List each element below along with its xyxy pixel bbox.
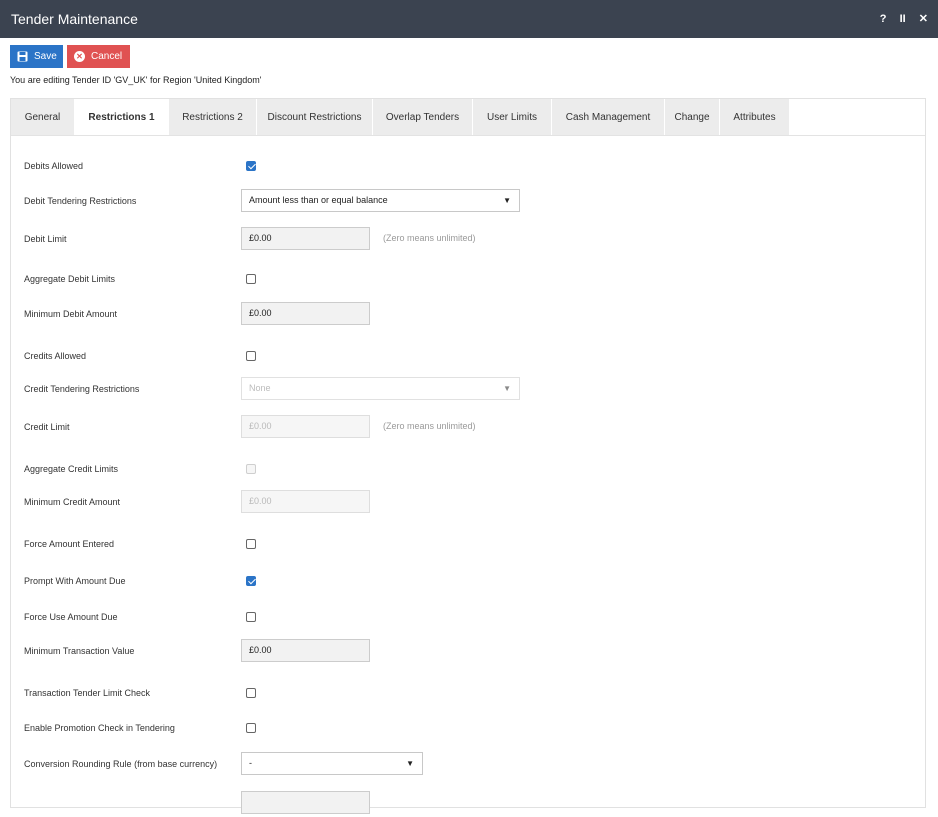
- credits-allowed-checkbox[interactable]: [246, 351, 256, 361]
- aggregate-credit-limits-checkbox[interactable]: [246, 464, 256, 474]
- chevron-down-icon: ▼: [503, 384, 511, 393]
- minimum-debit-amount-label: Minimum Debit Amount: [24, 309, 118, 319]
- debit-limit-label: Debit Limit: [24, 234, 67, 244]
- conversion-rounding-rule-row: Conversion Rounding Rule (from base curr…: [11, 752, 925, 778]
- tab-restrictions-2[interactable]: Restrictions 2: [169, 99, 257, 135]
- debit-limit-hint: (Zero means unlimited): [383, 233, 476, 243]
- force-use-amount-due-checkbox[interactable]: [246, 612, 256, 622]
- close-icon[interactable]: ✕: [919, 13, 928, 25]
- transaction-tender-limit-check-checkbox[interactable]: [246, 688, 256, 698]
- credit-limit-row: Credit Limit £0.00 (Zero means unlimited…: [11, 415, 925, 441]
- force-amount-entered-checkbox[interactable]: [246, 539, 256, 549]
- debits-allowed-checkbox[interactable]: [246, 161, 256, 171]
- floppy-disk-icon: [17, 51, 28, 62]
- force-amount-entered-label: Force Amount Entered: [24, 539, 115, 549]
- force-use-amount-due-label: Force Use Amount Due: [24, 612, 118, 622]
- cancel-circle-icon: ✕: [74, 51, 85, 62]
- debits-allowed-label: Debits Allowed: [24, 161, 84, 171]
- tab-user-limits[interactable]: User Limits: [473, 99, 552, 135]
- title-bar: Tender Maintenance ? II ✕: [0, 0, 938, 38]
- conversion-rounding-rule-label: Conversion Rounding Rule (from base curr…: [24, 759, 218, 769]
- credit-tendering-restrictions-value: None: [249, 383, 271, 393]
- debit-tendering-restrictions-row: Debit Tendering Restrictions Amount less…: [11, 189, 925, 215]
- debit-tendering-restrictions-value: Amount less than or equal balance: [249, 195, 388, 205]
- enable-promotion-check-row: Enable Promotion Check in Tendering: [11, 716, 925, 742]
- credit-limit-input[interactable]: £0.00: [241, 415, 370, 438]
- aggregate-debit-limits-checkbox[interactable]: [246, 274, 256, 284]
- tab-bar: General Restrictions 1 Restrictions 2 Di…: [11, 99, 925, 136]
- credit-tendering-restrictions-label: Credit Tendering Restrictions: [24, 384, 140, 394]
- prompt-with-amount-due-row: Prompt With Amount Due: [11, 569, 925, 595]
- minimum-debit-amount-row: Minimum Debit Amount £0.00: [11, 302, 925, 328]
- edit-info-text: You are editing Tender ID 'GV_UK' for Re…: [10, 75, 262, 85]
- enable-promotion-check-label: Enable Promotion Check in Tendering: [24, 723, 175, 733]
- partial-next-row: [11, 791, 925, 817]
- window-title: Tender Maintenance: [11, 11, 138, 27]
- enable-promotion-check-checkbox[interactable]: [246, 723, 256, 733]
- aggregate-credit-limits-label: Aggregate Credit Limits: [24, 464, 119, 474]
- conversion-rounding-rule-select[interactable]: - ▼: [241, 752, 423, 775]
- cancel-button[interactable]: ✕ Cancel: [67, 45, 130, 68]
- minimum-credit-amount-row: Minimum Credit Amount £0.00: [11, 490, 925, 516]
- tab-change[interactable]: Change: [665, 99, 720, 135]
- credit-tendering-restrictions-row: Credit Tendering Restrictions None ▼: [11, 377, 925, 403]
- prompt-with-amount-due-label: Prompt With Amount Due: [24, 576, 126, 586]
- save-button-label: Save: [34, 51, 57, 62]
- partial-next-input[interactable]: [241, 791, 370, 814]
- minimum-transaction-value-label: Minimum Transaction Value: [24, 646, 135, 656]
- tab-cash-management[interactable]: Cash Management: [552, 99, 665, 135]
- tab-discount-restrictions[interactable]: Discount Restrictions: [257, 99, 373, 135]
- tab-general[interactable]: General: [11, 99, 75, 135]
- chevron-down-icon: ▼: [503, 196, 511, 205]
- prompt-with-amount-due-checkbox[interactable]: [246, 576, 256, 586]
- aggregate-credit-limits-row: Aggregate Credit Limits: [11, 457, 925, 483]
- tab-attributes[interactable]: Attributes: [720, 99, 790, 135]
- pause-icon[interactable]: II: [900, 13, 906, 25]
- aggregate-debit-limits-row: Aggregate Debit Limits: [11, 267, 925, 293]
- minimum-credit-amount-label: Minimum Credit Amount: [24, 497, 121, 507]
- minimum-credit-amount-input[interactable]: £0.00: [241, 490, 370, 513]
- debit-tendering-restrictions-label: Debit Tendering Restrictions: [24, 196, 137, 206]
- credits-allowed-row: Credits Allowed: [11, 344, 925, 370]
- transaction-tender-limit-check-row: Transaction Tender Limit Check: [11, 681, 925, 707]
- transaction-tender-limit-check-label: Transaction Tender Limit Check: [24, 688, 151, 698]
- debit-tendering-restrictions-select[interactable]: Amount less than or equal balance ▼: [241, 189, 520, 212]
- tab-overlap-tenders[interactable]: Overlap Tenders: [373, 99, 473, 135]
- force-use-amount-due-row: Force Use Amount Due: [11, 605, 925, 631]
- aggregate-debit-limits-label: Aggregate Debit Limits: [24, 274, 116, 284]
- conversion-rounding-rule-value: -: [249, 758, 252, 768]
- chevron-down-icon: ▼: [406, 759, 414, 768]
- tab-restrictions-1[interactable]: Restrictions 1: [75, 99, 169, 135]
- cancel-button-label: Cancel: [91, 51, 123, 62]
- save-button[interactable]: Save: [10, 45, 63, 68]
- debit-limit-row: Debit Limit £0.00 (Zero means unlimited): [11, 227, 925, 253]
- minimum-transaction-value-row: Minimum Transaction Value £0.00: [11, 639, 925, 665]
- credit-limit-label: Credit Limit: [24, 422, 70, 432]
- credit-limit-hint: (Zero means unlimited): [383, 421, 476, 431]
- force-amount-entered-row: Force Amount Entered: [11, 532, 925, 558]
- credits-allowed-label: Credits Allowed: [24, 351, 87, 361]
- debit-limit-input[interactable]: £0.00: [241, 227, 370, 250]
- help-icon[interactable]: ?: [880, 13, 887, 25]
- window-controls: ? II ✕: [870, 12, 928, 25]
- minimum-transaction-value-input[interactable]: £0.00: [241, 639, 370, 662]
- tender-form-panel: General Restrictions 1 Restrictions 2 Di…: [10, 98, 926, 814]
- minimum-debit-amount-input[interactable]: £0.00: [241, 302, 370, 325]
- debits-allowed-row: Debits Allowed: [11, 154, 925, 180]
- credit-tendering-restrictions-select[interactable]: None ▼: [241, 377, 520, 400]
